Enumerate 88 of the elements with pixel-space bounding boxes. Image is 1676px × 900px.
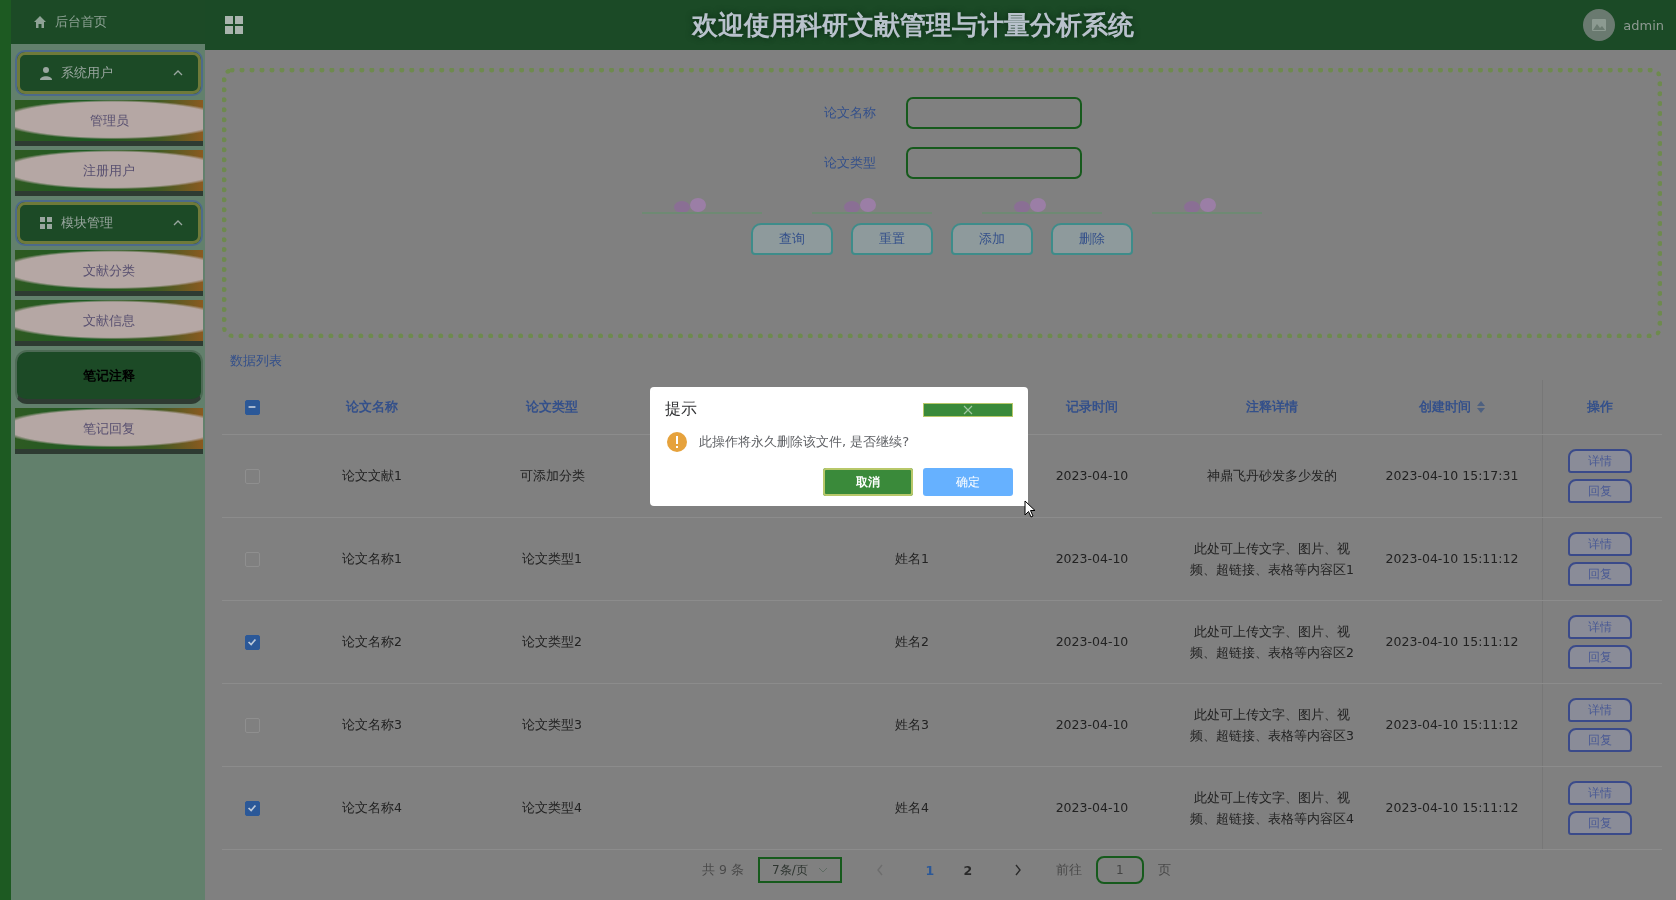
dialog-message: 此操作将永久删除该文件, 是否继续? (699, 433, 910, 451)
ribbon-button[interactable]: 查询 (751, 223, 833, 255)
menu-icon[interactable] (225, 16, 243, 34)
column-header: 论文名称 (346, 398, 398, 416)
menu-group[interactable]: 系统用户 (15, 50, 203, 96)
ribbon-button[interactable]: 删除 (1051, 223, 1133, 255)
home-link[interactable]: 后台首页 (11, 0, 205, 44)
table-cell-text: 论文类型1 (522, 550, 582, 569)
table-cell-text: 此处可上传文字、图片、视频、超链接、表格等内容区1 (1189, 539, 1355, 579)
table-cell-text: 论文名称2 (342, 633, 402, 652)
table-cell-text: 此处可上传文字、图片、视频、超链接、表格等内容区2 (1189, 622, 1355, 662)
app-title: 欢迎使用科研文献管理与计量分析系统 (690, 8, 1136, 42)
table-cell-text: 姓名2 (895, 633, 929, 652)
menu-item[interactable]: 管理员 (15, 100, 203, 146)
table-cell-text: 姓名4 (895, 799, 929, 818)
table-cell-text: 神鼎飞丹砂发多少发的 (1207, 467, 1337, 486)
table-cell-text: 论文名称4 (342, 799, 402, 818)
table-cell-text: 2023-04-10 15:11:12 (1385, 550, 1519, 569)
menu-item[interactable]: 文献信息 (15, 300, 203, 346)
table-cell-text: 论文类型4 (522, 799, 582, 818)
table-cell-text: 此处可上传文字、图片、视频、超链接、表格等内容区3 (1189, 705, 1355, 745)
table-cell-text: 论文文献1 (342, 467, 402, 486)
section-title: 数据列表 (230, 352, 283, 370)
page-number[interactable]: 1 (917, 861, 942, 879)
chevron-down-icon (817, 867, 828, 873)
dialog-title: 提示 (665, 399, 697, 420)
ribbon-button[interactable]: 详情 (1568, 698, 1632, 722)
table-cell-text: 姓名1 (895, 550, 929, 569)
page-input[interactable]: 1 (1095, 856, 1144, 884)
ribbon-button[interactable]: 详情 (1568, 781, 1632, 805)
page-size-select[interactable]: 7条/页 (757, 857, 842, 883)
page-number[interactable]: 2 (955, 861, 980, 879)
check-icon (246, 636, 258, 648)
table-cell-text: 论文名称1 (342, 550, 402, 569)
column-header: 创建时间 (1419, 398, 1471, 416)
user-icon (39, 66, 53, 80)
table-cell-text: 2023-04-10 (1055, 716, 1129, 735)
table-cell-text: 此处可上传文字、图片、视频、超链接、表格等内容区4 (1189, 788, 1355, 828)
column-header: 操作 (1587, 398, 1613, 416)
ribbon-button[interactable]: 回复 (1568, 811, 1632, 835)
user-name[interactable]: admin (1623, 17, 1664, 33)
home-icon (33, 15, 47, 29)
table-cell-text: 2023-04-10 (1055, 467, 1129, 486)
menu-item[interactable]: 文献分类 (15, 250, 203, 296)
menu-item[interactable]: 注册用户 (15, 150, 203, 196)
ribbon-button[interactable]: 回复 (1568, 479, 1632, 503)
table-cell-text: 2023-04-10 15:11:12 (1385, 716, 1519, 735)
table-cell-text: 2023-04-10 15:11:12 (1385, 633, 1519, 652)
field-label: 论文名称 (823, 104, 876, 122)
checkbox[interactable] (244, 800, 260, 816)
input-field[interactable] (906, 97, 1082, 129)
cancel-button[interactable]: 取消 (823, 468, 913, 496)
table-cell-text: 2023-04-10 (1055, 633, 1129, 652)
table-cell-text: 可添加分类 (519, 467, 585, 486)
checkbox[interactable] (244, 399, 260, 415)
column-header: 论文类型 (526, 398, 578, 416)
table-cell-text: 2023-04-10 (1055, 550, 1129, 569)
menu-item[interactable]: 笔记注释 (15, 350, 203, 404)
confirm-button[interactable]: 确定 (923, 468, 1013, 496)
column-header: 记录时间 (1066, 398, 1118, 416)
ribbon-button[interactable]: 回复 (1568, 728, 1632, 752)
ribbon-button[interactable]: 回复 (1568, 645, 1632, 669)
ribbon-button[interactable]: 添加 (951, 223, 1033, 255)
table-cell-text: 论文类型2 (522, 633, 582, 652)
next-page-icon[interactable] (1013, 864, 1022, 876)
table-cell-text: 2023-04-10 15:11:12 (1385, 799, 1519, 818)
menu-item[interactable]: 笔记回复 (15, 408, 203, 454)
ribbon-button[interactable]: 重置 (851, 223, 933, 255)
input-field[interactable] (906, 147, 1082, 179)
table-cell-text: 论文类型3 (522, 716, 582, 735)
ribbon-button[interactable]: 回复 (1568, 562, 1632, 586)
ribbon-button[interactable]: 详情 (1568, 532, 1632, 556)
ribbon-button[interactable]: 详情 (1568, 449, 1632, 473)
table-cell-text: 2023-04-10 (1055, 799, 1129, 818)
checkbox[interactable] (244, 634, 260, 650)
table-cell-text: 2023-04-10 15:17:31 (1385, 467, 1519, 486)
column-header: 注释详情 (1246, 398, 1298, 416)
avatar-icon[interactable] (1583, 9, 1616, 41)
close-icon (963, 404, 973, 415)
ribbon-button[interactable]: 详情 (1568, 615, 1632, 639)
field-label: 论文类型 (823, 154, 876, 172)
grid-icon (39, 216, 53, 230)
close-button[interactable] (923, 402, 1013, 417)
check-icon (246, 802, 258, 814)
warning-icon (667, 432, 687, 452)
table-cell-text: 姓名3 (895, 716, 929, 735)
menu-group[interactable]: 模块管理 (15, 200, 203, 246)
table-cell-text: 论文名称3 (342, 716, 402, 735)
